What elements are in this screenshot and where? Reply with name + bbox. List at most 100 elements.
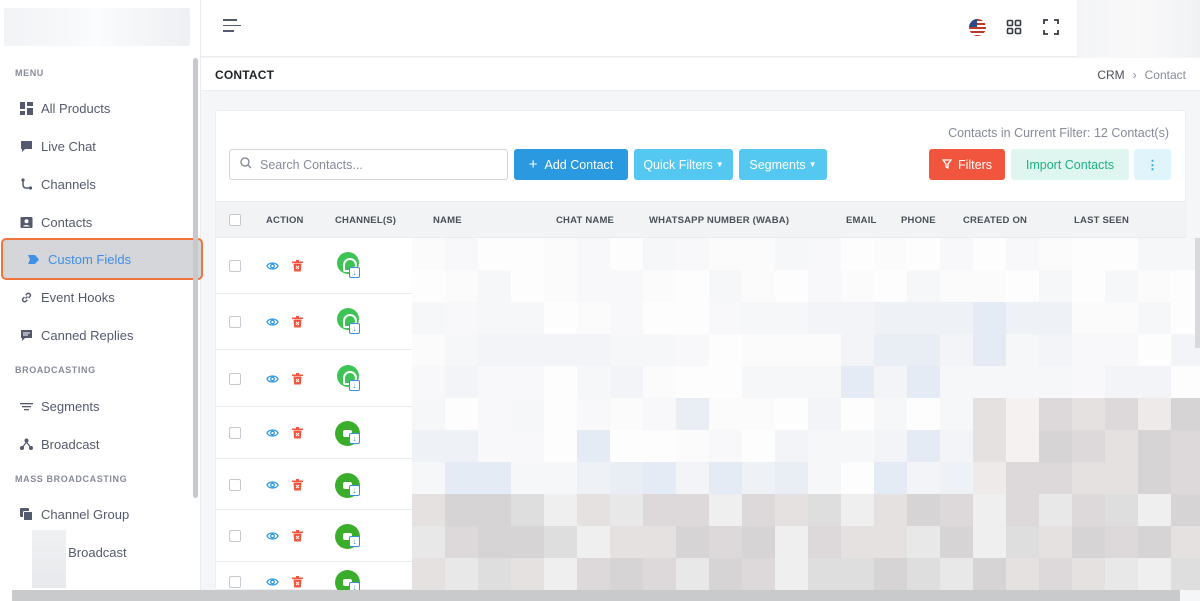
redaction-pixel	[511, 558, 544, 590]
redaction-pixel	[412, 494, 445, 526]
redaction-pixel	[1105, 526, 1138, 558]
sidebar-item-mass-broadcast[interactable]: s Broadcast	[0, 533, 200, 571]
redaction-pixel	[841, 302, 874, 334]
row-checkbox[interactable]	[229, 372, 241, 385]
redaction-pixel	[709, 366, 742, 398]
redaction-pixel	[1105, 494, 1138, 526]
horizontal-scrollbar[interactable]	[12, 590, 1180, 601]
redaction-pixel	[1105, 430, 1138, 462]
sidebar-scrollbar[interactable]	[193, 58, 198, 498]
sidebar-item-label: s Broadcast	[58, 544, 127, 560]
redaction-pixel	[643, 462, 676, 494]
more-vertical-icon: ⋮	[1146, 158, 1159, 172]
redaction-pixel	[643, 334, 676, 366]
redaction-pixel	[676, 494, 709, 526]
redaction-pixel	[544, 334, 577, 366]
apps-grid-icon[interactable]	[1006, 19, 1024, 37]
more-options-button[interactable]: ⋮	[1134, 149, 1171, 180]
filter-icon	[941, 158, 953, 172]
delete-trash-icon[interactable]	[292, 259, 303, 277]
view-eye-icon[interactable]	[266, 259, 279, 277]
sidebar-item-channels[interactable]: Channels	[0, 165, 200, 203]
breadcrumb: CRM › Contact	[1097, 68, 1186, 82]
vertical-scrollbar[interactable]	[1195, 238, 1200, 348]
redaction-pixel	[445, 238, 478, 270]
view-eye-icon[interactable]	[266, 372, 279, 390]
redaction-pixel	[973, 270, 1006, 302]
col-name[interactable]: NAME	[433, 215, 462, 226]
sidebar-item-canned-replies[interactable]: Canned Replies	[0, 316, 200, 354]
fullscreen-icon[interactable]	[1043, 19, 1061, 37]
col-phone[interactable]: PHONE	[901, 215, 936, 226]
redaction-pixel	[775, 558, 808, 590]
search-input[interactable]	[260, 157, 490, 172]
redaction-pixel	[973, 430, 1006, 462]
delete-trash-icon[interactable]	[292, 426, 303, 444]
redaction-pixel	[445, 558, 478, 590]
filters-button[interactable]: Filters	[929, 149, 1005, 180]
select-all-checkbox[interactable]	[229, 214, 241, 226]
view-eye-icon[interactable]	[266, 529, 279, 547]
sidebar-item-event-hooks[interactable]: Event Hooks	[0, 278, 200, 316]
col-action[interactable]: ACTION	[266, 215, 304, 226]
redaction-pixel	[511, 334, 544, 366]
us-flag-icon[interactable]	[969, 19, 986, 36]
redaction-pixel	[610, 302, 643, 334]
sidebar-item-segments[interactable]: Segments	[0, 387, 200, 425]
redaction-pixel	[742, 526, 775, 558]
redaction-pixel	[478, 366, 511, 398]
delete-trash-icon[interactable]	[292, 372, 303, 390]
row-checkbox[interactable]	[229, 427, 241, 439]
redaction-pixel	[874, 334, 907, 366]
col-whatsapp-number[interactable]: WHATSAPP NUMBER (WABA)	[649, 215, 789, 226]
user-profile[interactable]	[1077, 0, 1200, 57]
topbar	[201, 0, 1200, 57]
import-contacts-button[interactable]: Import Contacts	[1011, 149, 1129, 180]
redaction-pixel	[841, 462, 874, 494]
redaction-pixel	[1072, 238, 1105, 270]
breadcrumb-crm[interactable]: CRM	[1097, 68, 1124, 82]
col-last-seen[interactable]: LAST SEEN	[1074, 215, 1129, 226]
segments-dropdown[interactable]: Segments ▼	[739, 149, 827, 180]
redaction-pixel	[445, 430, 478, 462]
row-checkbox[interactable]	[229, 316, 241, 328]
menu-icon[interactable]	[223, 19, 241, 37]
redaction-pixel	[874, 558, 907, 590]
sidebar-item-broadcast[interactable]: Broadcast	[0, 425, 200, 463]
redaction-pixel	[577, 494, 610, 526]
link-icon	[19, 290, 33, 304]
row-checkbox[interactable]	[229, 576, 241, 588]
redaction-pixel	[676, 238, 709, 270]
delete-trash-icon[interactable]	[292, 315, 303, 333]
add-contact-button[interactable]: + Add Contact	[514, 149, 628, 180]
row-checkbox[interactable]	[229, 530, 241, 542]
col-channels[interactable]: CHANNEL(S)	[335, 215, 396, 226]
redaction-pixel	[808, 334, 841, 366]
redaction-pixel	[907, 462, 940, 494]
view-eye-icon[interactable]	[266, 426, 279, 444]
sidebar-item-all-products[interactable]: All Products	[0, 89, 200, 127]
col-created-on[interactable]: CREATED ON	[963, 215, 1027, 226]
sidebar-item-channel-group[interactable]: Channel Group	[0, 495, 200, 533]
redaction-pixel	[940, 526, 973, 558]
col-chat-name[interactable]: CHAT NAME	[556, 215, 614, 226]
redaction-pixel	[775, 302, 808, 334]
delete-trash-icon[interactable]	[292, 478, 303, 496]
page-title: CONTACT	[215, 68, 275, 82]
sidebar-item-contacts[interactable]: Contacts	[0, 203, 200, 241]
sidebar-item-live-chat[interactable]: Live Chat	[0, 127, 200, 165]
redaction-pixel	[907, 398, 940, 430]
redaction-pixel	[973, 238, 1006, 270]
view-eye-icon[interactable]	[266, 315, 279, 333]
download-icon: ↓	[349, 433, 360, 444]
redaction-pixel	[808, 494, 841, 526]
delete-trash-icon[interactable]	[292, 529, 303, 547]
row-checkbox[interactable]	[229, 478, 241, 491]
view-eye-icon[interactable]	[266, 478, 279, 496]
redaction-pixel	[412, 238, 445, 270]
row-checkbox[interactable]	[229, 260, 241, 272]
sidebar-item-custom-fields[interactable]: Custom Fields	[1, 238, 203, 280]
quick-filters-dropdown[interactable]: Quick Filters ▼	[634, 149, 733, 180]
chevron-down-icon: ▼	[808, 160, 817, 169]
col-email[interactable]: EMAIL	[846, 215, 877, 226]
